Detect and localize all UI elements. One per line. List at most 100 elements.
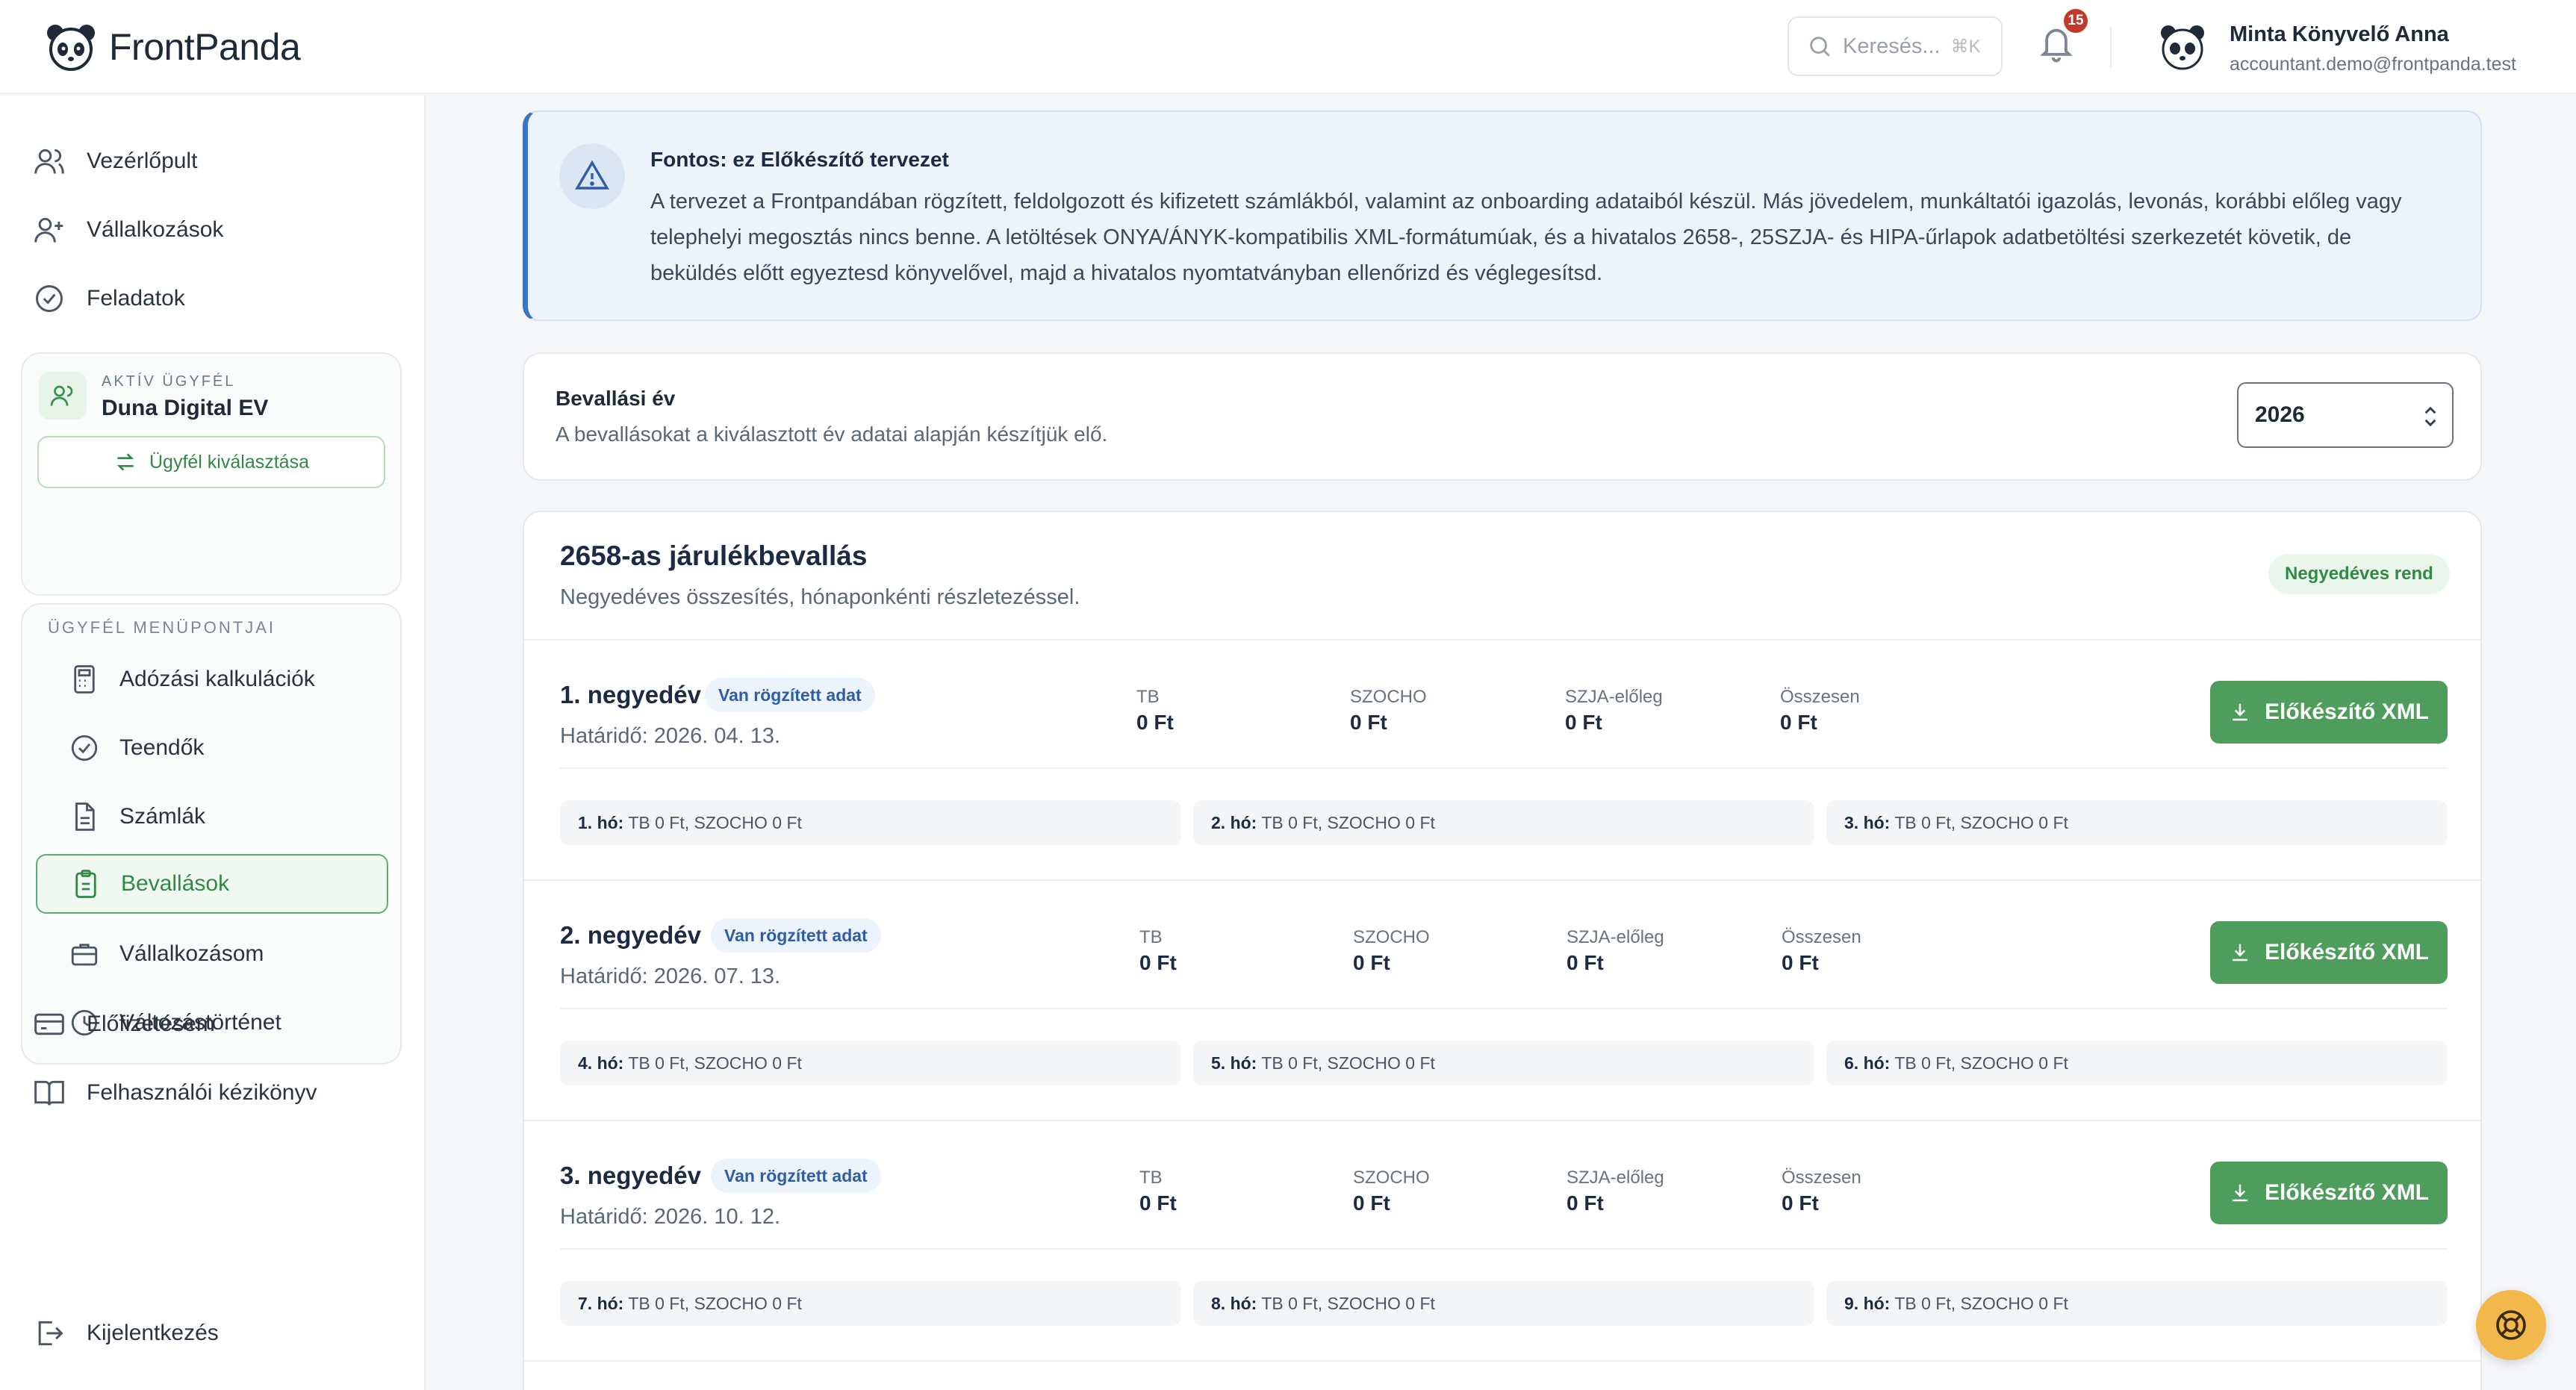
sidebar-item-invoices[interactable]: Számlák xyxy=(36,787,388,847)
total-value: 0 Ft xyxy=(1782,951,1819,974)
month-text: TB 0 Ft, SZOCHO 0 Ft xyxy=(1261,1053,1435,1073)
month-label: 6. hó: xyxy=(1844,1053,1891,1073)
month-text: TB 0 Ft, SZOCHO 0 Ft xyxy=(1894,1293,2068,1313)
quarter-deadline: Határidő: 2026. 04. 13. xyxy=(560,724,781,748)
draft-notice: Fontos: ez Előkészítő tervezet A terveze… xyxy=(523,110,2482,321)
szja-label: SZJA-előleg xyxy=(1565,687,1663,707)
download-icon xyxy=(2232,944,2247,962)
user-email: accountant.demo@frontpanda.test xyxy=(2230,54,2516,75)
sidebar-item-label: Feladatok xyxy=(87,286,185,311)
sidebar-item-label: Vállalkozások xyxy=(87,217,224,242)
szocho-value: 0 Ft xyxy=(1350,711,1387,734)
sidebar-item-user-guide[interactable]: Felhasználói kézikönyv xyxy=(33,1063,391,1123)
sidebar-item-tax-calculations[interactable]: Adózási kalkulációk xyxy=(36,649,388,709)
active-client-name: Duna Digital EV xyxy=(102,396,269,420)
brand-logo[interactable]: FrontPanda xyxy=(45,22,301,72)
total-value: 0 Ft xyxy=(1782,1191,1819,1215)
total-label: Összesen xyxy=(1782,927,1861,947)
tb-value: 0 Ft xyxy=(1139,1191,1177,1215)
divider xyxy=(524,1360,2480,1362)
declaration-card-2658: 2658-as járulékbevallás Negyedéves össze… xyxy=(523,511,2482,1390)
tax-year-card: Bevallási év A bevallásokat a kiválaszto… xyxy=(523,352,2482,481)
sidebar-item-label: Adózási kalkulációk xyxy=(119,667,315,691)
szocho-label: SZOCHO xyxy=(1353,1168,1430,1188)
month-text: TB 0 Ft, SZOCHO 0 Ft xyxy=(628,1053,802,1073)
month-label: 7. hó: xyxy=(578,1293,624,1313)
month-label: 4. hó: xyxy=(578,1053,624,1073)
month-text: TB 0 Ft, SZOCHO 0 Ft xyxy=(1261,812,1435,832)
szocho-column: SZOCHO 0 Ft xyxy=(1350,687,1427,735)
szocho-column: SZOCHO 0 Ft xyxy=(1353,927,1430,975)
total-value: 0 Ft xyxy=(1780,711,1817,734)
active-client-card: AKTÍV ÜGYFÉL Duna Digital EV Ügyfél kivá… xyxy=(21,352,402,596)
download-xml-button[interactable]: Előkészítő XML xyxy=(2210,681,2448,744)
sidebar-item-declarations[interactable]: Bevallások xyxy=(36,854,388,914)
month-chip: 3. hó: TB 0 Ft, SZOCHO 0 Ft xyxy=(1826,800,2448,845)
tb-value: 0 Ft xyxy=(1139,951,1177,974)
avatar[interactable] xyxy=(2158,22,2207,72)
month-chip: 7. hó: TB 0 Ft, SZOCHO 0 Ft xyxy=(560,1281,1181,1326)
swap-arrows-icon xyxy=(116,453,134,471)
notification-count-badge: 15 xyxy=(2061,6,2091,36)
panda-logo-icon xyxy=(47,25,95,71)
sidebar-item-todos[interactable]: Teendők xyxy=(36,718,388,778)
szja-value: 0 Ft xyxy=(1567,1191,1604,1215)
month-label: 3. hó: xyxy=(1844,812,1891,832)
briefcase-icon xyxy=(71,944,98,966)
total-column: Összesen 0 Ft xyxy=(1782,927,1861,975)
month-chip: 9. hó: TB 0 Ft, SZOCHO 0 Ft xyxy=(1826,1281,2448,1326)
szocho-label: SZOCHO xyxy=(1353,927,1430,947)
total-column: Összesen 0 Ft xyxy=(1782,1168,1861,1215)
sidebar-item-dashboard[interactable]: Vezérlőpult xyxy=(33,131,391,191)
download-xml-button[interactable]: Előkészítő XML xyxy=(2210,921,2448,984)
tb-column: TB 0 Ft xyxy=(1139,1168,1177,1215)
declaration-title: 2658-as járulékbevallás xyxy=(560,540,868,571)
sidebar-item-my-business[interactable]: Vállalkozásom xyxy=(36,924,388,984)
sidebar-item-subscription[interactable]: Előfizetésem xyxy=(33,994,391,1054)
user-name: Minta Könyvelő Anna xyxy=(2230,22,2449,46)
credit-card-icon xyxy=(34,1013,64,1035)
download-xml-button[interactable]: Előkészítő XML xyxy=(2210,1162,2448,1224)
total-column: Összesen 0 Ft xyxy=(1780,687,1860,735)
tax-year-title: Bevallási év xyxy=(556,387,676,410)
download-icon xyxy=(2232,1184,2247,1202)
tb-label: TB xyxy=(1139,927,1163,947)
quarter-deadline: Határidő: 2026. 07. 13. xyxy=(560,964,781,988)
search-icon xyxy=(1810,37,1830,57)
sidebar-item-label: Bevallások xyxy=(121,871,230,896)
logout-label: Kijelentkezés xyxy=(87,1321,219,1345)
szja-column: SZJA-előleg 0 Ft xyxy=(1567,1168,1664,1215)
data-recorded-tag: Van rögzített adat xyxy=(711,1159,881,1193)
month-chip: 8. hó: TB 0 Ft, SZOCHO 0 Ft xyxy=(1193,1281,1814,1326)
sidebar-item-label: Előfizetésem xyxy=(87,1012,215,1036)
month-chip: 2. hó: TB 0 Ft, SZOCHO 0 Ft xyxy=(1193,800,1814,845)
help-button[interactable] xyxy=(2476,1290,2546,1360)
divider xyxy=(560,1248,2448,1250)
quarter-deadline: Határidő: 2026. 10. 12. xyxy=(560,1205,781,1229)
month-chip: 5. hó: TB 0 Ft, SZOCHO 0 Ft xyxy=(1193,1041,1814,1085)
sidebar-item-businesses[interactable]: Vállalkozások xyxy=(33,200,391,260)
szja-label: SZJA-előleg xyxy=(1567,927,1664,947)
frequency-badge: Negyedéves rend xyxy=(2268,554,2450,594)
clipboard-icon xyxy=(75,870,96,898)
sidebar-item-tasks[interactable]: Feladatok xyxy=(33,269,391,328)
download-xml-label: Előkészítő XML xyxy=(2264,699,2430,724)
month-chip: 1. hó: TB 0 Ft, SZOCHO 0 Ft xyxy=(560,800,1181,845)
search-box[interactable]: Keresés... ⌘K xyxy=(1788,16,2003,76)
month-label: 1. hó: xyxy=(578,812,624,832)
select-client-button[interactable]: Ügyfél kiválasztása xyxy=(37,436,385,488)
tax-year-select[interactable]: 2026 xyxy=(2237,382,2454,448)
notice-body: A tervezet a Frontpandában rögzített, fe… xyxy=(650,190,2402,285)
quarter-row: 2. negyedév Van rögzített adat Határidő:… xyxy=(524,881,2480,1121)
quarter-row: 3. negyedév Van rögzített adat Határidő:… xyxy=(524,1121,2480,1362)
logout-icon xyxy=(38,1321,63,1346)
search-placeholder: Keresés... xyxy=(1843,34,1941,58)
divider xyxy=(560,1008,2448,1009)
header-divider xyxy=(2110,27,2112,67)
select-arrows-icon xyxy=(2424,406,2436,427)
quarter-row: 1. negyedév Van rögzített adat Határidő:… xyxy=(524,641,2480,881)
lifebuoy-icon xyxy=(2496,1310,2526,1340)
client-menu-caption: ÜGYFÉL MENÜPONTJAI xyxy=(48,618,276,637)
logout-button[interactable]: Kijelentkezés xyxy=(33,1303,391,1363)
szja-column: SZJA-előleg 0 Ft xyxy=(1567,927,1664,975)
